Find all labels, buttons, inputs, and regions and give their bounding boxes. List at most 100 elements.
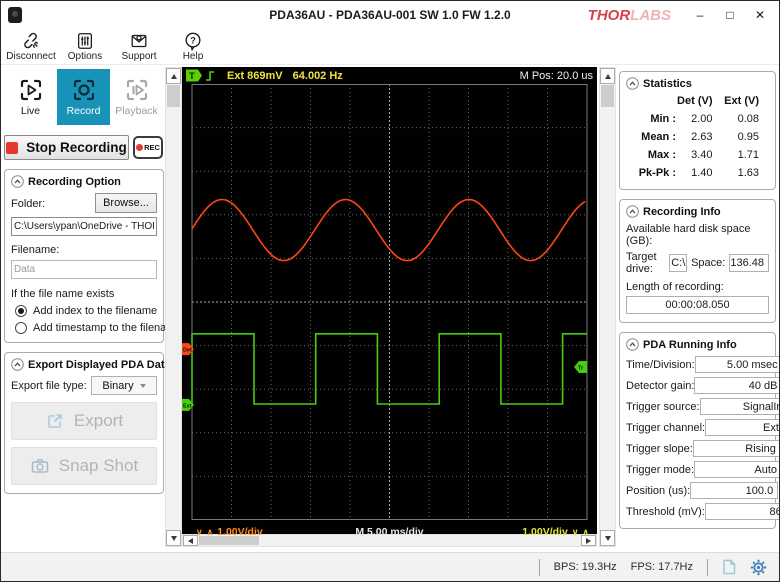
minimize-button[interactable]: – [685,8,715,22]
scroll-up-button[interactable] [600,68,615,84]
scrollbar-thumb[interactable] [167,85,180,107]
playback-icon [124,77,150,103]
scope-right-scrollbar[interactable] [599,67,616,547]
recording-length-label: Length of recording: [626,281,769,293]
scale-up-icon[interactable]: ∧ [582,528,589,537]
trigger-mode-value: Auto [694,461,779,478]
support-label: Support [121,51,156,62]
pda-running-info-title: PDA Running Info [643,339,737,351]
scroll-up-button[interactable] [166,68,181,84]
maximize-button[interactable]: □ [715,8,745,22]
timebase-readout: M 5.00 ms/div [355,526,423,538]
det-scale-control: ∨ ∧ 1.00V/div [196,526,263,538]
position-value: 100.0 [690,482,778,499]
live-label: Live [21,105,40,117]
scale-down-icon[interactable]: ∨ [572,528,579,537]
add-timestamp-radio[interactable]: Add timestamp to the filename [15,322,157,334]
statistics-title: Statistics [643,78,692,90]
logo-labs: LABS [630,7,671,24]
scope-canvas[interactable]: DetExtTr [182,84,597,520]
add-index-label: Add index to the filename [33,305,157,317]
threshold-label: Threshold (mV): [626,506,705,518]
rec-dot-icon [136,144,143,151]
disconnect-button[interactable]: Disconnect [7,31,55,62]
threshold-value: 869 [705,503,779,520]
stop-recording-button[interactable]: Stop Recording [4,135,129,160]
support-button[interactable]: Support [115,31,163,62]
row-label-pkpk: Pk-Pk : [626,167,676,179]
ext-scale-control: 1.00V/div ∨ ∧ [522,526,589,538]
pkpk-det-value: 1.40 [676,167,723,179]
triangle-up-icon [171,74,177,79]
thorlabs-logo: THORLABS [588,7,671,24]
filename-input[interactable] [11,260,157,279]
disk-space-label: Available hard disk space (GB): [626,223,769,247]
col-header-ext: Ext (V) [723,95,770,107]
scroll-down-button[interactable] [600,530,615,546]
scope-left-scrollbar[interactable] [165,67,182,547]
folder-input[interactable] [11,217,157,236]
browse-button[interactable]: Browse... [95,193,157,213]
max-ext-value: 1.71 [723,149,770,161]
filename-label: Filename: [11,244,157,256]
collapse-icon [11,358,24,371]
logo-thor: THOR [588,7,631,24]
help-icon: ? [183,31,203,51]
pda-running-info-group: PDA Running Info Time/Division:5.00 msec… [619,332,776,529]
log-file-icon[interactable] [722,559,736,575]
scrollbar-thumb[interactable] [601,85,614,107]
recording-info-header[interactable]: Recording Info [626,205,769,218]
ext-scale-readout: 1.00V/div [522,526,568,538]
statistics-table: Det (V) Ext (V) Min : 2.00 0.08 Mean : 2… [626,95,769,181]
row-label-mean: Mean : [626,131,676,143]
live-icon [18,77,44,103]
frequency-readout: 64.002 Hz [293,70,343,82]
scale-down-icon[interactable]: ∨ [196,528,203,537]
svg-text:?: ? [190,36,196,46]
options-button[interactable]: Options [61,31,109,62]
collapse-icon [11,175,24,188]
status-bar: BPS: 19.3Hz FPS: 17.7Hz [1,552,779,581]
trigger-mode-label: Trigger mode: [626,464,694,476]
triangle-down-icon [171,536,177,541]
rec-indicator[interactable]: REC [133,136,163,159]
main-area: Live Record [1,65,779,552]
file-type-value: Binary [102,380,133,392]
trigger-slope-value: Rising [693,440,779,457]
export-header[interactable]: Export Displayed PDA Data [11,358,157,371]
playback-button[interactable]: Playback [110,69,163,125]
row-label-min: Min : [626,113,676,125]
help-button[interactable]: ? Help [169,31,217,62]
trigger-channel-label: Trigger channel: [626,422,705,434]
position-label: Position (us): [626,485,690,497]
playback-label: Playback [115,105,158,117]
min-ext-value: 0.08 [723,113,770,125]
record-button[interactable]: Record [57,69,110,125]
scroll-down-button[interactable] [166,530,181,546]
pda-running-info-header[interactable]: PDA Running Info [626,338,769,351]
fps-readout: FPS: 17.7Hz [631,561,693,573]
export-button[interactable]: Export [11,402,157,440]
add-index-radio[interactable]: Add index to the filename [15,305,157,317]
record-label: Record [67,105,101,117]
det-scale-readout: 1.00V/div [217,526,263,538]
radio-selected-icon [15,305,27,317]
separator [707,559,708,576]
live-button[interactable]: Live [4,69,57,125]
scale-up-icon[interactable]: ∧ [207,528,214,537]
record-icon [71,77,97,103]
close-button[interactable]: ✕ [745,8,775,22]
mean-det-value: 2.63 [676,131,723,143]
oscilloscope-display[interactable]: T Ext 869mV 64.002 Hz M Pos: 20.0 us Det… [182,67,597,534]
settings-gear-icon[interactable] [750,559,767,576]
app-window: PDA36AU - PDA36AU-001 SW 1.0 FW 1.2.0 TH… [0,0,780,582]
trigger-flag-icon: T [185,68,217,83]
trigger-source-label: Trigger source: [626,401,700,413]
triangle-up-icon [605,74,611,79]
pkpk-ext-value: 1.63 [723,167,770,179]
recording-option-header[interactable]: Recording Option [11,175,157,188]
snapshot-button[interactable]: Snap Shot [11,447,157,485]
m-pos-readout: M Pos: 20.0 us [520,70,593,82]
file-type-select[interactable]: Binary [91,376,157,395]
statistics-header[interactable]: Statistics [626,77,769,90]
